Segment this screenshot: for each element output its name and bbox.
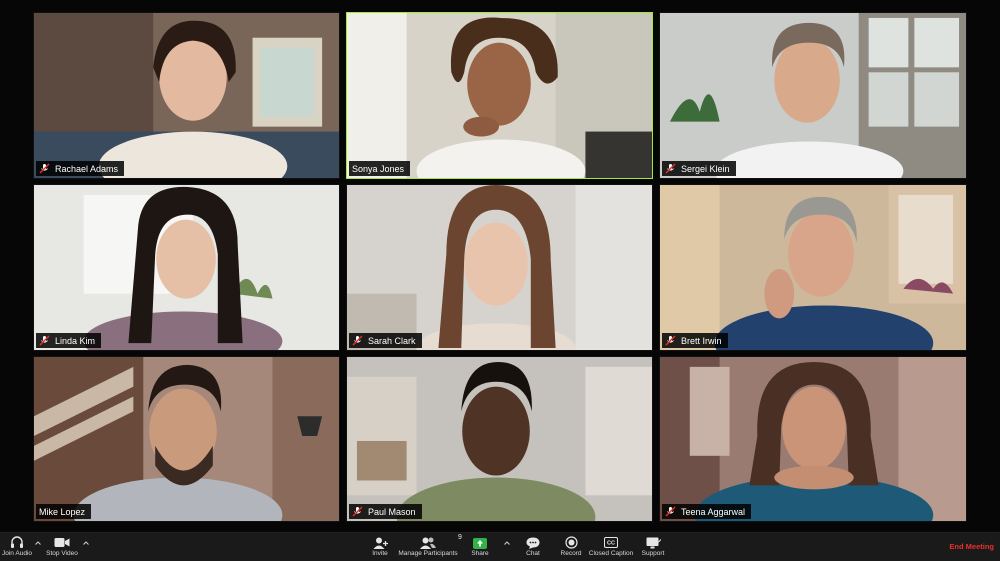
participant-name: Sonya Jones (352, 163, 405, 174)
participant-video (34, 13, 339, 178)
record-icon (564, 535, 578, 550)
support-button[interactable]: Support (640, 535, 666, 561)
support-label: Support (641, 550, 665, 557)
meeting-toolbar: Join Audio Stop Video Invite 9 Manage Pa… (0, 532, 1000, 561)
closed-caption-label: Closed Caption (588, 550, 634, 557)
participant-video (347, 185, 652, 350)
muted-mic-icon (39, 335, 50, 346)
participant-video (660, 13, 966, 178)
invite-button[interactable]: Invite (369, 535, 391, 561)
muted-mic-icon (352, 506, 363, 517)
participant-name-label: Sonya Jones (349, 161, 411, 176)
participant-video (34, 357, 339, 521)
add-person-icon (373, 535, 388, 550)
end-meeting-button[interactable]: End Meeting (949, 542, 994, 551)
participant-tile[interactable]: Brett Irwin (659, 184, 967, 351)
headphones-icon (10, 535, 24, 550)
share-button[interactable]: Share (469, 535, 491, 561)
participant-grid: Rachael Adams Sonya Jones Sergei Klein L… (33, 12, 967, 522)
participant-name: Linda Kim (55, 335, 96, 346)
participant-name: Sergei Klein (681, 163, 730, 174)
manage-participants-button[interactable]: 9 Manage Participants (397, 534, 462, 561)
chat-bubble-icon (526, 535, 540, 550)
muted-mic-icon (665, 506, 676, 517)
join-audio-label: Join Audio (2, 550, 32, 557)
stop-video-label: Stop Video (46, 550, 78, 557)
invite-label: Invite (372, 550, 388, 557)
manage-participants-label: Manage Participants (398, 550, 458, 557)
video-gallery: Rachael Adams Sonya Jones Sergei Klein L… (0, 0, 1000, 532)
participant-tile[interactable]: Sergei Klein (659, 12, 967, 179)
participant-name: Brett Irwin (681, 335, 722, 346)
video-camera-icon (54, 535, 70, 550)
participant-name-label: Brett Irwin (662, 333, 728, 348)
muted-mic-icon (665, 335, 676, 346)
muted-mic-icon (352, 335, 363, 346)
audio-options-caret[interactable] (34, 539, 42, 547)
participant-video (660, 185, 966, 350)
record-label: Record (560, 550, 582, 557)
support-monitor-icon (646, 535, 661, 550)
participant-name: Teena Aggarwal (681, 506, 746, 517)
closed-caption-icon: CC (604, 535, 618, 550)
chat-label: Chat (526, 550, 540, 557)
video-options-caret[interactable] (82, 539, 90, 547)
participant-name: Rachael Adams (55, 163, 119, 174)
participant-name: Paul Mason (368, 506, 416, 517)
closed-caption-button[interactable]: CC Closed Caption (589, 535, 633, 561)
participant-tile[interactable]: Linda Kim (33, 184, 340, 351)
participant-tile-active-speaker[interactable]: Sonya Jones (346, 12, 653, 179)
participant-video (34, 185, 339, 350)
participant-count-badge: 9 (458, 534, 462, 541)
chat-button[interactable]: Chat (522, 535, 544, 561)
participant-name-label: Teena Aggarwal (662, 504, 752, 519)
share-options-caret[interactable] (503, 539, 511, 547)
participant-name: Mike Lopez (39, 506, 86, 517)
stop-video-button[interactable]: Stop Video (46, 535, 78, 561)
participant-name-label: Paul Mason (349, 504, 422, 519)
share-label: Share (471, 550, 489, 557)
participant-tile[interactable]: Rachael Adams (33, 12, 340, 179)
participant-tile[interactable]: Teena Aggarwal (659, 356, 967, 522)
participant-name-label: Linda Kim (36, 333, 102, 348)
muted-mic-icon (39, 163, 50, 174)
participant-name-label: Sergei Klein (662, 161, 736, 176)
record-button[interactable]: Record (558, 535, 584, 561)
participant-tile[interactable]: Paul Mason (346, 356, 653, 522)
participant-video (347, 357, 652, 521)
join-audio-button[interactable]: Join Audio (2, 535, 32, 561)
participant-tile[interactable]: Sarah Clark (346, 184, 653, 351)
participant-video (347, 13, 652, 178)
participants-icon: 9 (420, 534, 462, 550)
participant-name: Sarah Clark (368, 335, 416, 346)
participant-name-label: Rachael Adams (36, 161, 125, 176)
participant-tile[interactable]: Mike Lopez (33, 356, 340, 522)
svg-text:CC: CC (607, 541, 615, 547)
participant-video (660, 357, 966, 521)
muted-mic-icon (665, 163, 676, 174)
share-screen-icon (473, 535, 487, 550)
participant-name-label: Mike Lopez (36, 504, 92, 519)
participant-name-label: Sarah Clark (349, 333, 422, 348)
